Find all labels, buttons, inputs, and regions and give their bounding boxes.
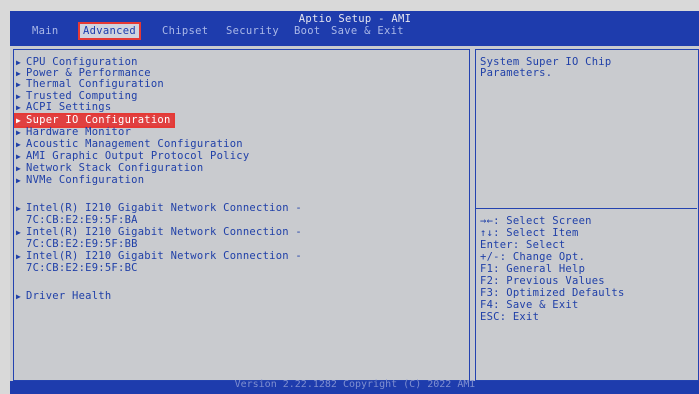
menu-item-nvme-configuration[interactable]: ▶ NVMe Configuration xyxy=(16,175,144,186)
right-triangle-icon: ▶ xyxy=(16,140,22,149)
menu-item-network-connection-1[interactable]: ▶ Intel(R) I210 Gigabit Network Connectio… xyxy=(16,203,302,214)
network-connection-1-mac: 7C:CB:E2:E9:5F:BA xyxy=(26,214,138,226)
menu-item-network-connection-2[interactable]: ▶ Intel(R) I210 Gigabit Network Connectio… xyxy=(16,227,302,238)
right-triangle-icon: ▶ xyxy=(16,252,22,261)
key-help-save-exit: F4: Save & Exit xyxy=(480,299,579,311)
right-triangle-icon: ▶ xyxy=(16,292,22,301)
menu-item-hardware-monitor[interactable]: ▶ Hardware Monitor xyxy=(16,127,131,138)
version-copyright: Version 2.22.1282 Copyright (C) 2022 AMI xyxy=(234,379,476,390)
menu-item-acpi-settings[interactable]: ▶ ACPI Settings xyxy=(16,102,111,113)
network-connection-2-mac: 7C:CB:E2:E9:5F:BB xyxy=(26,238,138,250)
tab-advanced[interactable]: Advanced xyxy=(78,22,141,40)
title-bar: Aptio Setup - AMI Main Advanced Chipset … xyxy=(10,11,699,46)
tab-security[interactable]: Security xyxy=(226,25,279,37)
menu-item-driver-health[interactable]: ▶ Driver Health xyxy=(16,291,111,302)
right-triangle-icon: ▶ xyxy=(16,92,22,101)
menu-item-thermal-configuration[interactable]: ▶ Thermal Configuration xyxy=(16,79,164,90)
menu-item-network-connection-3[interactable]: ▶ Intel(R) I210 Gigabit Network Connectio… xyxy=(16,251,302,262)
right-triangle-icon: ▶ xyxy=(16,152,22,161)
network-connection-3-mac: 7C:CB:E2:E9:5F:BC xyxy=(26,262,138,274)
right-triangle-icon: ▶ xyxy=(16,164,22,173)
right-triangle-icon: ▶ xyxy=(16,103,22,112)
menu-item-network-stack[interactable]: ▶ Network Stack Configuration xyxy=(16,163,203,174)
right-triangle-icon: ▶ xyxy=(16,204,22,213)
key-help-enter: Enter: Select xyxy=(480,239,566,251)
key-help-previous-values: F2: Previous Values xyxy=(480,275,605,287)
key-help-select-item: ↑↓: Select Item xyxy=(480,227,579,239)
tab-save-exit[interactable]: Save & Exit xyxy=(331,25,404,37)
key-help-select-screen: →←: Select Screen xyxy=(480,215,592,227)
right-triangle-icon: ▶ xyxy=(16,58,22,67)
key-help-general-help: F1: General Help xyxy=(480,263,586,275)
key-help-change-opt: +/-: Change Opt. xyxy=(480,251,586,263)
right-triangle-icon: ▶ xyxy=(16,80,22,89)
help-divider xyxy=(475,208,697,209)
right-triangle-icon: ▶ xyxy=(16,228,22,237)
footer-bar: Version 2.22.1282 Copyright (C) 2022 AMI xyxy=(10,379,699,394)
tab-boot[interactable]: Boot xyxy=(294,25,321,37)
main-panel: ▶ CPU Configuration ▶ Power & Performance … xyxy=(10,46,699,381)
right-triangle-icon: ▶ xyxy=(16,176,22,185)
key-help-esc-exit: ESC: Exit xyxy=(480,311,540,323)
right-triangle-icon: ▶ xyxy=(16,116,22,125)
help-text-line: Parameters. xyxy=(480,67,553,79)
menu-item-ami-graphic-output[interactable]: ▶ AMI Graphic Output Protocol Policy xyxy=(16,151,249,162)
right-triangle-icon: ▶ xyxy=(16,128,22,137)
right-triangle-icon: ▶ xyxy=(16,69,22,78)
menu-item-super-io-configuration[interactable]: ▶ Super IO Configuration xyxy=(14,113,175,128)
bios-screen: Aptio Setup - AMI Main Advanced Chipset … xyxy=(0,0,699,394)
tab-main[interactable]: Main xyxy=(32,25,59,37)
tab-chipset[interactable]: Chipset xyxy=(162,25,208,37)
menu-item-acoustic-management[interactable]: ▶ Acoustic Management Configuration xyxy=(16,139,243,150)
key-help-optimized-defaults: F3: Optimized Defaults xyxy=(480,287,625,299)
